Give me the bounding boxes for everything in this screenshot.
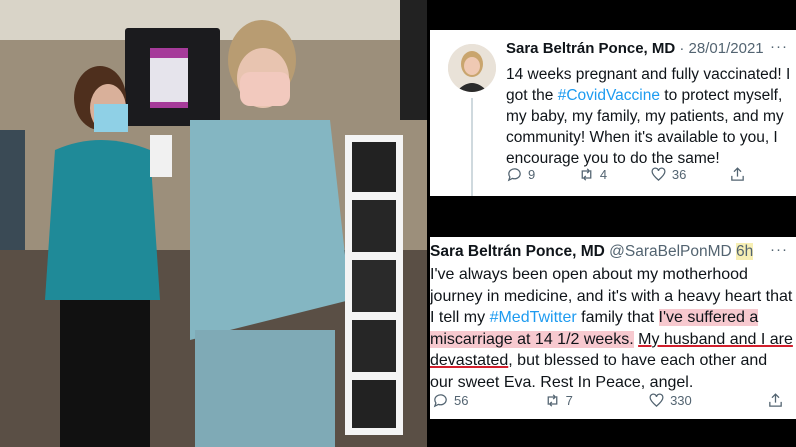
like-button[interactable]: 330 (648, 392, 692, 409)
retweet-icon (581, 168, 592, 181)
author-name[interactable]: Sara Beltrán Ponce, MD (506, 40, 675, 57)
retweet-icon (547, 394, 558, 407)
retweet-count: 7 (565, 393, 573, 408)
retweet-button[interactable]: 7 (544, 392, 573, 409)
reply-icon (507, 168, 521, 182)
reply-count: 9 (528, 167, 536, 182)
tweet-actions: 56 7 330 (432, 392, 784, 409)
tweet-time[interactable]: 6h (736, 243, 754, 260)
tweet-text: I've always been open about my motherhoo… (430, 266, 793, 391)
reply-count: 56 (454, 393, 469, 408)
avatar[interactable] (448, 44, 496, 92)
share-button[interactable] (729, 166, 746, 183)
reply-button[interactable]: 9 (506, 166, 535, 183)
more-options-icon[interactable]: ··· (770, 241, 788, 258)
tweet-card-2[interactable]: Sara Beltrán Ponce, MD @SaraBelPonMD 6h … (430, 237, 796, 419)
share-icon (769, 393, 782, 407)
more-options-icon[interactable]: ··· (770, 38, 788, 55)
tweet-header: Sara Beltrán Ponce, MD @SaraBelPonMD 6h (430, 243, 754, 261)
tweet-card-1[interactable]: Sara Beltrán Ponce, MD · 28/01/2021 ··· … (430, 30, 796, 196)
reply-button[interactable]: 56 (432, 392, 468, 409)
hashtag-link[interactable]: #CovidVaccine (558, 87, 660, 104)
author-name[interactable]: Sara Beltrán Ponce, MD (430, 243, 605, 260)
like-count: 330 (670, 393, 692, 408)
share-button[interactable] (767, 392, 784, 409)
like-count: 36 (671, 167, 687, 182)
retweet-button[interactable]: 4 (578, 166, 607, 183)
share-icon (731, 167, 744, 181)
author-handle[interactable]: @SaraBelPonMD (609, 243, 732, 260)
tweet-text: 14 weeks pregnant and fully vaccinated! … (506, 66, 791, 167)
thread-line (471, 98, 473, 196)
hashtag-link[interactable]: #MedTwitter (490, 309, 577, 326)
tweet-actions: 9 4 36 (506, 166, 746, 183)
vaccination-photo (0, 0, 427, 447)
retweet-count: 4 (599, 167, 608, 182)
tweet-header: Sara Beltrán Ponce, MD · 28/01/2021 (506, 40, 764, 57)
heart-icon (649, 393, 664, 408)
like-button[interactable]: 36 (650, 166, 686, 183)
photo-scene (0, 0, 427, 447)
heart-icon (651, 167, 666, 182)
tweet-date[interactable]: · 28/01/2021 (679, 40, 763, 57)
reply-icon (433, 394, 447, 408)
